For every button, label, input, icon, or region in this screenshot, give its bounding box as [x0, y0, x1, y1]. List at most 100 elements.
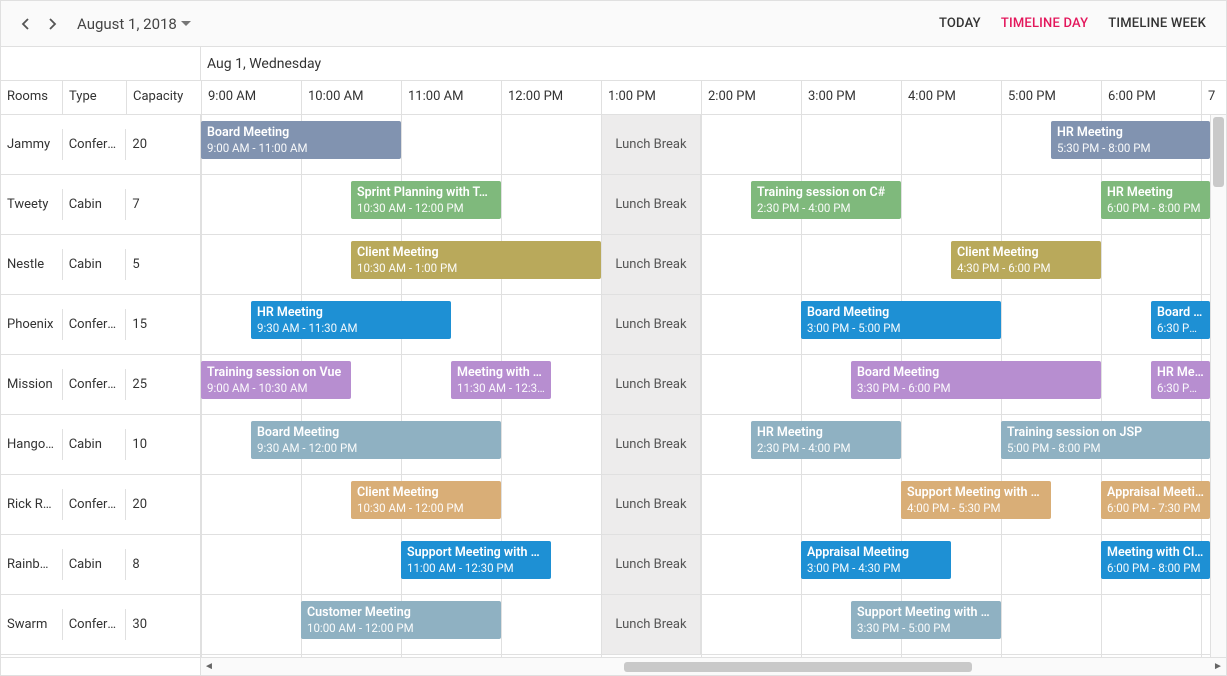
- timeline-row[interactable]: Lunch Break Sprint Planning with T…10:30 …: [201, 175, 1226, 235]
- caret-down-icon: [181, 21, 191, 27]
- appointment[interactable]: Meeting with …11:30 AM - 12:3…: [451, 361, 551, 399]
- resource-header-type[interactable]: Type: [63, 81, 127, 114]
- appointment[interactable]: Client Meeting4:30 PM - 6:00 PM: [951, 241, 1101, 279]
- appointment-title: Board Meeting: [807, 305, 995, 321]
- next-button[interactable]: [39, 10, 67, 38]
- appointment-time: 9:00 AM - 10:30 AM: [207, 381, 345, 395]
- appointment-title: Board Me…: [1157, 305, 1204, 321]
- hour-header: 4:00 PM: [902, 81, 1002, 114]
- lunch-break-cell: Lunch Break: [601, 355, 701, 414]
- appointment-time: 9:30 AM - 11:30 AM: [257, 321, 445, 335]
- resource-cell-name: Tweety: [1, 189, 63, 220]
- hscroll-left-arrow[interactable]: ◄: [201, 661, 217, 672]
- resource-header-capacity[interactable]: Capacity: [127, 81, 201, 114]
- date-header: Aug 1, Wednesday: [201, 47, 1226, 80]
- resource-cell-type: Cabin: [63, 429, 127, 460]
- resource-cell-type: Conferen…: [63, 369, 127, 400]
- appointment-time: 4:00 PM - 5:30 PM: [907, 501, 1045, 515]
- vertical-scrollbar[interactable]: [1210, 115, 1226, 657]
- appointment-time: 5:30 PM - 8:00 PM: [1057, 141, 1204, 155]
- timeline-row[interactable]: Lunch BreakBoard Meeting9:30 AM - 12:00 …: [201, 415, 1226, 475]
- timeline-row[interactable]: Lunch BreakBoard Meeting9:00 AM - 11:00 …: [201, 115, 1226, 175]
- date-range-picker[interactable]: August 1, 2018: [77, 15, 191, 33]
- appointment[interactable]: Training session on JSP5:00 PM - 8:00 PM: [1001, 421, 1210, 459]
- appointment[interactable]: Support Meeting with …11:00 AM - 12:30 P…: [401, 541, 551, 579]
- appointment[interactable]: Meeting with Clien…6:00 PM - 8:00 PM: [1101, 541, 1210, 579]
- view-button-day[interactable]: TIMELINE DAY: [991, 10, 1098, 37]
- scheduler: August 1, 2018 TODAY TIMELINE DAYTIMELIN…: [0, 0, 1227, 676]
- appointment-time: 10:30 AM - 12:00 PM: [357, 501, 495, 515]
- appointment-title: Meeting with …: [457, 365, 545, 381]
- appointment[interactable]: HR Meeting9:30 AM - 11:30 AM: [251, 301, 451, 339]
- resource-cell-name: Hangout: [1, 429, 63, 460]
- resource-cell-capacity: 7: [126, 189, 200, 220]
- appointment[interactable]: Appraisal Meeting3:00 PM - 4:30 PM: [801, 541, 951, 579]
- resource-cell-name: Phoenix: [1, 309, 63, 340]
- today-button[interactable]: TODAY: [929, 10, 991, 37]
- resource-row: MissionConferen…25: [1, 355, 200, 415]
- appointment[interactable]: Support Meeting with …3:30 PM - 5:00 PM: [851, 601, 1001, 639]
- appointment[interactable]: HR Meeting5:30 PM - 8:00 PM: [1051, 121, 1210, 159]
- timeline-row[interactable]: Lunch BreakCustomer Meeting10:00 AM - 12…: [201, 595, 1226, 655]
- appointment-title: Training session on Vue: [207, 365, 345, 381]
- horizontal-scroll-thumb[interactable]: [624, 662, 972, 672]
- appointment[interactable]: Board Me…6:30 PM - 8…: [1151, 301, 1210, 339]
- timeline-row[interactable]: Lunch BreakClient Meeting10:30 AM - 12:0…: [201, 475, 1226, 535]
- timeline-row[interactable]: Lunch Break HR Meeting9:30 AM - 11:30 AM B…: [201, 295, 1226, 355]
- appointment[interactable]: Client Meeting10:30 AM - 12:00 PM: [351, 481, 501, 519]
- timeline-row[interactable]: Lunch Break Training session on Vue9:00 A…: [201, 355, 1226, 415]
- appointment-time: 10:00 AM - 12:00 PM: [307, 621, 495, 635]
- appointment-title: Appraisal Meeting: [1107, 485, 1204, 501]
- resource-cell-type: Conferen…: [63, 129, 127, 160]
- appointment-title: Board Meeting: [257, 425, 495, 441]
- view-button-week[interactable]: TIMELINE WEEK: [1098, 10, 1216, 37]
- appointment-time: 3:00 PM - 4:30 PM: [807, 561, 945, 575]
- appointment-time: 6:00 PM - 7:30 PM: [1107, 501, 1204, 515]
- appointment[interactable]: Support Meeting with …4:00 PM - 5:30 PM: [901, 481, 1051, 519]
- appointment-title: HR Meeting: [1107, 185, 1204, 201]
- hour-header: 11:00 AM: [402, 81, 502, 114]
- appointment-time: 6:00 PM - 8:00 PM: [1107, 561, 1204, 575]
- resource-cell-name: Mission: [1, 369, 63, 400]
- appointment[interactable]: Board Meeting3:30 PM - 6:00 PM: [851, 361, 1101, 399]
- resource-cell-capacity: 10: [126, 429, 200, 460]
- appointment[interactable]: Board Meeting3:00 PM - 5:00 PM: [801, 301, 1001, 339]
- vertical-scroll-thumb[interactable]: [1213, 117, 1224, 187]
- appointment[interactable]: HR Meeting6:00 PM - 8:00 PM: [1101, 181, 1210, 219]
- lunch-break-cell: Lunch Break: [601, 295, 701, 354]
- appointment[interactable]: HR Meeting2:30 PM - 4:00 PM: [751, 421, 901, 459]
- appointment[interactable]: Board Meeting9:00 AM - 11:00 AM: [201, 121, 401, 159]
- appointment[interactable]: Client Meeting10:30 AM - 1:00 PM: [351, 241, 601, 279]
- chevron-right-icon: [49, 18, 57, 30]
- horizontal-scrollbar-row: ◄ ►: [1, 657, 1226, 675]
- resource-row: NestleCabin5: [1, 235, 200, 295]
- timeline-row[interactable]: Lunch BreakSupport Meeting with …11:00 A…: [201, 535, 1226, 595]
- lunch-break-cell: Lunch Break: [601, 175, 701, 234]
- resource-cell-capacity: 30: [126, 609, 200, 640]
- hscroll-right-arrow[interactable]: ►: [1210, 661, 1226, 672]
- resource-row: JammyConferen…20: [1, 115, 200, 175]
- appointment[interactable]: Training session on C#2:30 PM - 4:00 PM: [751, 181, 901, 219]
- resource-cell-name: Rainbow: [1, 549, 63, 580]
- resource-cell-capacity: 25: [126, 369, 200, 400]
- appointment[interactable]: Board Meeting9:30 AM - 12:00 PM: [251, 421, 501, 459]
- appointment-title: Board Meeting: [207, 125, 395, 141]
- horizontal-scrollbar[interactable]: ◄ ►: [201, 658, 1226, 675]
- appointment-title: Client Meeting: [357, 245, 595, 261]
- appointment-time: 3:30 PM - 5:00 PM: [857, 621, 995, 635]
- resource-header-rooms[interactable]: Rooms: [1, 81, 63, 114]
- appointment-time: 3:30 PM - 6:00 PM: [857, 381, 1095, 395]
- prev-button[interactable]: [11, 10, 39, 38]
- appointment-time: 2:30 PM - 4:00 PM: [757, 441, 895, 455]
- appointment[interactable]: HR Meeti…6:30 PM - 8…: [1151, 361, 1210, 399]
- resource-cell-capacity: 20: [126, 489, 200, 520]
- appointment[interactable]: Sprint Planning with T…10:30 AM - 12:00 …: [351, 181, 501, 219]
- appointment[interactable]: Customer Meeting10:00 AM - 12:00 PM: [301, 601, 501, 639]
- appointment-title: Meeting with Clien…: [1107, 545, 1204, 561]
- appointment-title: HR Meeting: [257, 305, 445, 321]
- appointment-time: 10:30 AM - 1:00 PM: [357, 261, 595, 275]
- timeline-row[interactable]: Lunch BreakClient Meeting10:30 AM - 1:00…: [201, 235, 1226, 295]
- resource-row: RainbowCabin8: [1, 535, 200, 595]
- appointment[interactable]: Training session on Vue9:00 AM - 10:30 A…: [201, 361, 351, 399]
- appointment[interactable]: Appraisal Meeting6:00 PM - 7:30 PM: [1101, 481, 1210, 519]
